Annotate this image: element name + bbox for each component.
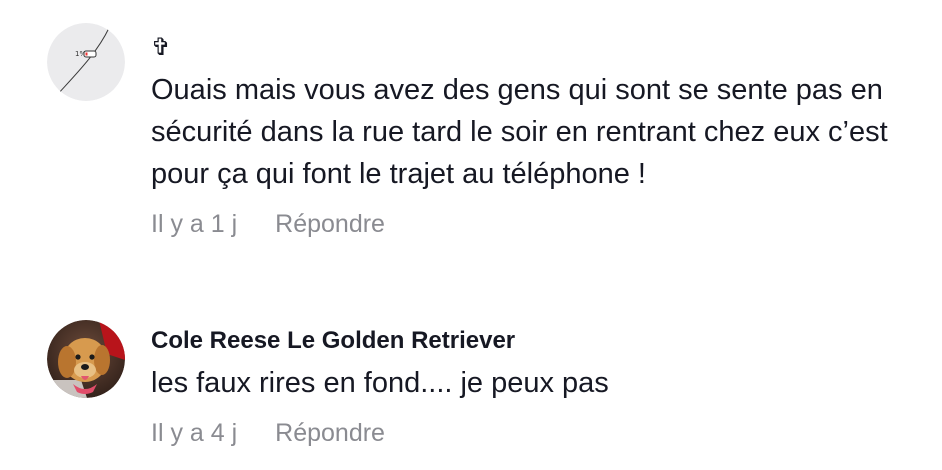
comment-username[interactable]: ✞ [151,33,928,63]
dog-avatar-icon [47,320,125,398]
reply-button[interactable]: Répondre [275,418,385,448]
comment-meta: Il y a 4 j Répondre [151,418,928,448]
comment-timestamp: Il y a 1 j [151,210,238,238]
avatar[interactable]: 1% [47,23,125,101]
comment-text: Ouais mais vous avez des gens qui sont s… [151,74,888,190]
avatar[interactable] [47,320,125,398]
logo-avatar-icon: 1% [47,23,125,101]
comment-meta: Il y a 1 j Répondre [151,209,928,239]
reply-button[interactable]: Répondre [275,209,385,239]
comment-timestamp: Il y a 4 j [151,419,238,447]
comment-text: les faux rires en fond.... je peux pas [151,367,609,399]
comment-username[interactable]: Cole Reese Le Golden Retriever [151,326,928,356]
